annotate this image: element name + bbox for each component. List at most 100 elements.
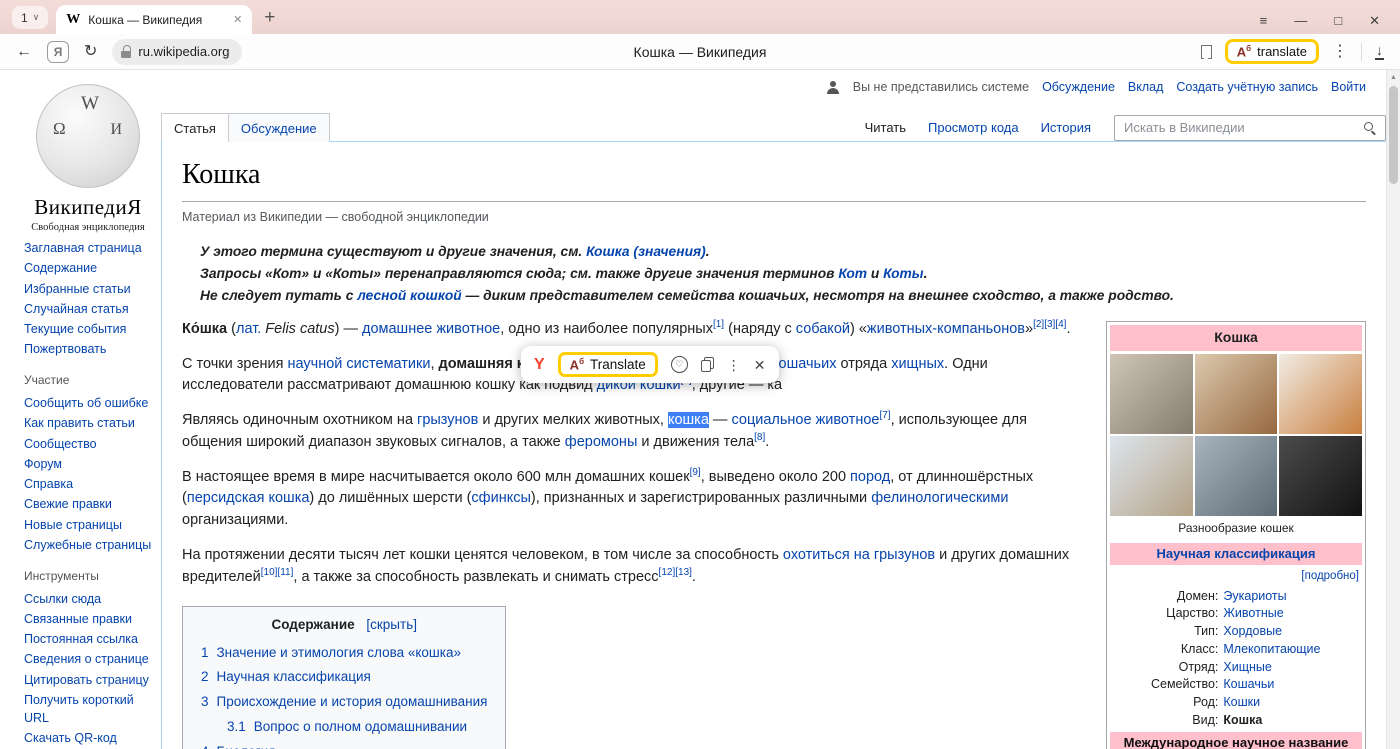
reactions-icon[interactable]: ♡ xyxy=(671,356,688,373)
taxonomy-value[interactable]: Эукариоты xyxy=(1223,588,1362,606)
wiki-link[interactable]: сфинксы xyxy=(471,490,530,506)
cat-photo-black[interactable] xyxy=(1279,436,1362,516)
wiki-search-box[interactable] xyxy=(1114,115,1386,141)
browser-menu-icon[interactable]: ≡ xyxy=(1260,14,1268,27)
new-tab-button[interactable]: + xyxy=(264,8,275,27)
sidebar-item[interactable]: Ссылки сюда xyxy=(24,591,156,609)
wiki-link[interactable]: социальное животное xyxy=(731,412,879,428)
wiki-link[interactable]: [8] xyxy=(754,432,765,443)
cat-photo-siamese[interactable] xyxy=(1110,436,1193,516)
wiki-link[interactable]: кошачьих xyxy=(772,356,836,372)
yandex-button[interactable]: Я xyxy=(47,41,69,63)
toc-hide-link[interactable]: [скрыть] xyxy=(366,617,417,632)
view-tab[interactable]: Читать xyxy=(854,120,917,135)
personal-link[interactable]: Войти xyxy=(1331,80,1366,94)
sidebar-item[interactable]: Текущие события xyxy=(24,321,156,339)
wiki-link[interactable]: грызунов xyxy=(417,412,478,428)
wiki-link[interactable]: лесной кошкой xyxy=(357,288,461,303)
sidebar-item[interactable]: Получить короткий URL xyxy=(24,692,156,728)
scrollbar[interactable]: ▲ xyxy=(1386,70,1400,749)
sidebar-item[interactable]: Сообщество xyxy=(24,436,156,454)
popup-close-icon[interactable]: ✕ xyxy=(754,358,766,372)
sidebar-item[interactable]: Случайная статья xyxy=(24,301,156,319)
wiki-link[interactable]: пород xyxy=(850,469,890,485)
sidebar-item[interactable]: Как править статьи xyxy=(24,415,156,433)
toc-item[interactable]: 4Биология xyxy=(201,742,487,749)
sidebar-item[interactable]: Скачать QR-код xyxy=(24,730,156,748)
wiki-link[interactable]: домашнее животное xyxy=(362,321,500,337)
page-tab[interactable]: Статья xyxy=(161,113,229,142)
sidebar-item[interactable]: Пожертвовать xyxy=(24,341,156,359)
cat-photo-tabby-lying[interactable] xyxy=(1110,354,1193,434)
wiki-link[interactable]: [7] xyxy=(879,410,890,421)
wiki-link[interactable]: Коты xyxy=(883,266,923,281)
scrollbar-thumb[interactable] xyxy=(1389,86,1398,184)
taxonomy-value[interactable]: Кошачьи xyxy=(1223,676,1362,694)
wikipedia-logo[interactable]: Ω W И ВикипедиЯ Свободная энциклопедия xyxy=(22,84,154,233)
sci-classification-header[interactable]: Научная классификация xyxy=(1110,543,1362,565)
wiki-link[interactable]: животных-компаньонов xyxy=(867,321,1025,337)
wiki-link[interactable]: фелинологическими xyxy=(871,490,1008,506)
bookmark-icon[interactable] xyxy=(1201,45,1212,59)
page-tab[interactable]: Обсуждение xyxy=(228,113,330,142)
wiki-link[interactable]: [2][3][4] xyxy=(1033,319,1066,330)
personal-link[interactable]: Обсуждение xyxy=(1042,80,1115,94)
toolbar-more-icon[interactable]: ⋮ xyxy=(1332,44,1348,60)
search-input[interactable] xyxy=(1124,120,1358,135)
address-bar[interactable]: ru.wikipedia.org xyxy=(112,39,242,65)
sidebar-item[interactable]: Форум xyxy=(24,456,156,474)
wiki-link[interactable]: феромоны xyxy=(565,434,638,450)
sidebar-item[interactable]: Справка xyxy=(24,476,156,494)
popup-more-icon[interactable]: ⋮ xyxy=(727,358,741,372)
wiki-link[interactable]: лат. xyxy=(236,321,261,337)
sidebar-item[interactable]: Постоянная ссылка xyxy=(24,631,156,649)
personal-link[interactable]: Вклад xyxy=(1128,80,1164,94)
sidebar-item[interactable]: Свежие правки xyxy=(24,496,156,514)
taxonomy-value[interactable]: Хищные xyxy=(1223,659,1362,677)
sidebar-item[interactable]: Служебные страницы xyxy=(24,537,156,555)
toc-item[interactable]: 3Происхождение и история одомашнивания xyxy=(201,692,487,712)
view-tab[interactable]: Просмотр кода xyxy=(917,120,1030,135)
scroll-up-icon[interactable]: ▲ xyxy=(1387,74,1400,81)
taxonomy-value[interactable]: Животные xyxy=(1223,605,1362,623)
wiki-link[interactable]: хищных xyxy=(891,356,944,372)
taxonomy-value[interactable]: Млекопитающие xyxy=(1223,641,1362,659)
copy-icon[interactable] xyxy=(701,357,714,372)
taxonomy-value[interactable]: Кошки xyxy=(1223,694,1362,712)
sidebar-item[interactable]: Избранные статьи xyxy=(24,281,156,299)
wiki-link[interactable]: [12][13] xyxy=(659,567,692,578)
view-tab[interactable]: История xyxy=(1030,120,1102,135)
minimize-icon[interactable]: — xyxy=(1294,14,1307,27)
taxonomy-value[interactable]: Хордовые xyxy=(1223,623,1362,641)
browser-tab[interactable]: W Кошка — Википедия ✕ xyxy=(56,5,252,34)
search-icon[interactable] xyxy=(1364,122,1376,134)
cat-photo-white-red[interactable] xyxy=(1279,354,1362,434)
sidebar-item[interactable]: Сообщить об ошибке xyxy=(24,395,156,413)
cat-photo-tabby-walking[interactable] xyxy=(1195,436,1278,516)
reload-icon[interactable]: ↻ xyxy=(84,44,97,60)
wiki-link[interactable]: Кошка (значения) xyxy=(586,244,706,259)
download-icon[interactable]: ↓ xyxy=(1375,43,1384,61)
toc-item[interactable]: 3.1Вопрос о полном одомашнивании xyxy=(227,717,487,737)
sidebar-item[interactable]: Новые страницы xyxy=(24,517,156,535)
tab-counter-button[interactable]: 1 ∨ xyxy=(12,6,48,29)
wiki-link[interactable]: охотиться на грызунов xyxy=(783,547,935,563)
back-icon[interactable]: ← xyxy=(16,44,32,60)
toc-item[interactable]: 2Научная классификация xyxy=(201,667,487,687)
wiki-link[interactable]: Кот xyxy=(838,266,867,281)
toc-item[interactable]: 1Значение и этимология слова «кошка» xyxy=(201,643,487,663)
sidebar-item[interactable]: Связанные правки xyxy=(24,611,156,629)
wiki-link[interactable]: собакой xyxy=(796,321,850,337)
wiki-link[interactable]: [1] xyxy=(713,319,724,330)
details-link[interactable]: [подробно] xyxy=(1110,567,1362,587)
window-close-icon[interactable]: ✕ xyxy=(1369,14,1380,27)
sidebar-item[interactable]: Содержание xyxy=(24,260,156,278)
sidebar-item[interactable]: Сведения о странице xyxy=(24,651,156,669)
wiki-link[interactable]: научной систематики xyxy=(288,356,431,372)
maximize-icon[interactable]: □ xyxy=(1334,14,1342,27)
sidebar-item[interactable]: Цитировать страницу xyxy=(24,672,156,690)
personal-link[interactable]: Создать учётную запись xyxy=(1176,80,1318,94)
wiki-link[interactable]: [9] xyxy=(690,467,701,478)
popup-translate-button[interactable]: Aб Translate xyxy=(558,352,658,377)
toolbar-translate-button[interactable]: Aб translate xyxy=(1225,39,1319,64)
